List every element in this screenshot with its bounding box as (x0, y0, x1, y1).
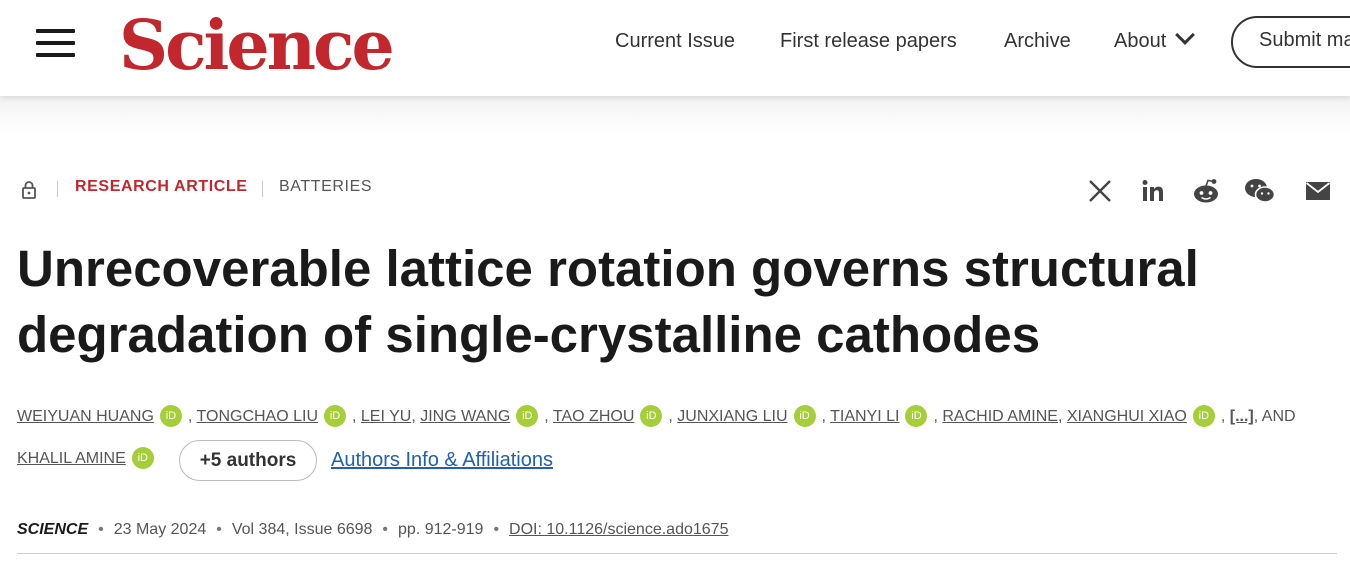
nav-about-label: About (1114, 30, 1167, 52)
author-name[interactable]: WEIYUAN HUANG (17, 408, 154, 425)
science-logo[interactable]: Science (119, 6, 395, 86)
article-type[interactable]: RESEARCH ARTICLE (75, 178, 248, 196)
article-subject[interactable]: BATTERIES (279, 178, 372, 196)
author-name[interactable]: JUNXIANG LIU (677, 408, 787, 425)
orcid-icon[interactable]: iD (793, 405, 816, 427)
author-name[interactable]: RACHID AMINE (942, 408, 1058, 425)
divider (57, 181, 58, 197)
pub-date: 23 May 2024 (113, 521, 207, 538)
submit-manuscript-button[interactable]: Submit manuscript (1231, 16, 1350, 68)
author-name[interactable]: XIANGHUI XIAO (1067, 408, 1187, 425)
author-list-end: KHALIL AMINE iD (17, 447, 160, 470)
nav-first-release-papers[interactable]: First release papers (780, 30, 957, 53)
bullet: • (216, 521, 222, 538)
and-conjunction: AND (1261, 408, 1296, 426)
nav-current-issue[interactable]: Current Issue (615, 30, 735, 53)
nav-about[interactable]: About (1114, 25, 1196, 53)
author-name[interactable]: TIANYI LI (830, 408, 899, 425)
divider-line (17, 553, 1337, 554)
author-name[interactable]: JING WANG (420, 408, 510, 425)
authors-affiliations-link[interactable]: Authors Info & Affiliations (331, 449, 553, 472)
orcid-icon[interactable]: iD (159, 405, 182, 427)
header-shadow-band (0, 96, 1350, 136)
email-icon[interactable] (1305, 178, 1331, 204)
orcid-icon[interactable]: iD (324, 405, 347, 427)
lock-icon (22, 181, 36, 199)
author-name[interactable]: TAO ZHOU (553, 408, 634, 425)
author-name[interactable]: TONGCHAO LIU (197, 408, 319, 425)
bullet: • (98, 521, 104, 538)
bullet: • (493, 521, 500, 538)
x-icon[interactable] (1087, 178, 1113, 204)
doi-link[interactable]: DOI: 10.1126/science.ado1675 (509, 521, 728, 538)
linkedin-icon[interactable] (1141, 178, 1165, 204)
orcid-icon[interactable]: iD (131, 447, 154, 469)
nav-archive[interactable]: Archive (1004, 30, 1071, 53)
more-authors-button[interactable]: +5 authors (179, 440, 317, 481)
chevron-down-icon (1175, 25, 1196, 45)
orcid-icon[interactable]: iD (516, 405, 539, 427)
site-header: Science Current Issue First release pape… (0, 0, 1350, 96)
divider (262, 181, 263, 197)
author-name[interactable]: LEI YU (361, 408, 411, 425)
publication-meta: SCIENCE • 23 May 2024 • Vol 384, Issue 6698 •… (17, 521, 728, 539)
author-name[interactable]: KHALIL AMINE (17, 450, 126, 467)
orcid-icon[interactable]: iD (905, 405, 928, 427)
reddit-icon[interactable] (1192, 178, 1220, 204)
orcid-icon[interactable]: iD (1192, 405, 1215, 427)
volume-issue[interactable]: Vol 384, Issue 6698 (232, 521, 373, 538)
more-authors-ellipsis[interactable]: [...] (1230, 408, 1254, 425)
menu-icon[interactable] (36, 29, 76, 57)
author-list: WEIYUAN HUANG iD, TONGCHAO LIU iD, LEI YU,… (17, 405, 1337, 428)
bullet: • (382, 521, 389, 538)
journal-name[interactable]: SCIENCE (17, 521, 88, 538)
wechat-icon[interactable] (1244, 178, 1276, 204)
page-range: pp. 912-919 (398, 521, 484, 538)
article-title: Unrecoverable lattice rotation governs s… (17, 240, 1199, 363)
orcid-icon[interactable]: iD (640, 405, 663, 427)
